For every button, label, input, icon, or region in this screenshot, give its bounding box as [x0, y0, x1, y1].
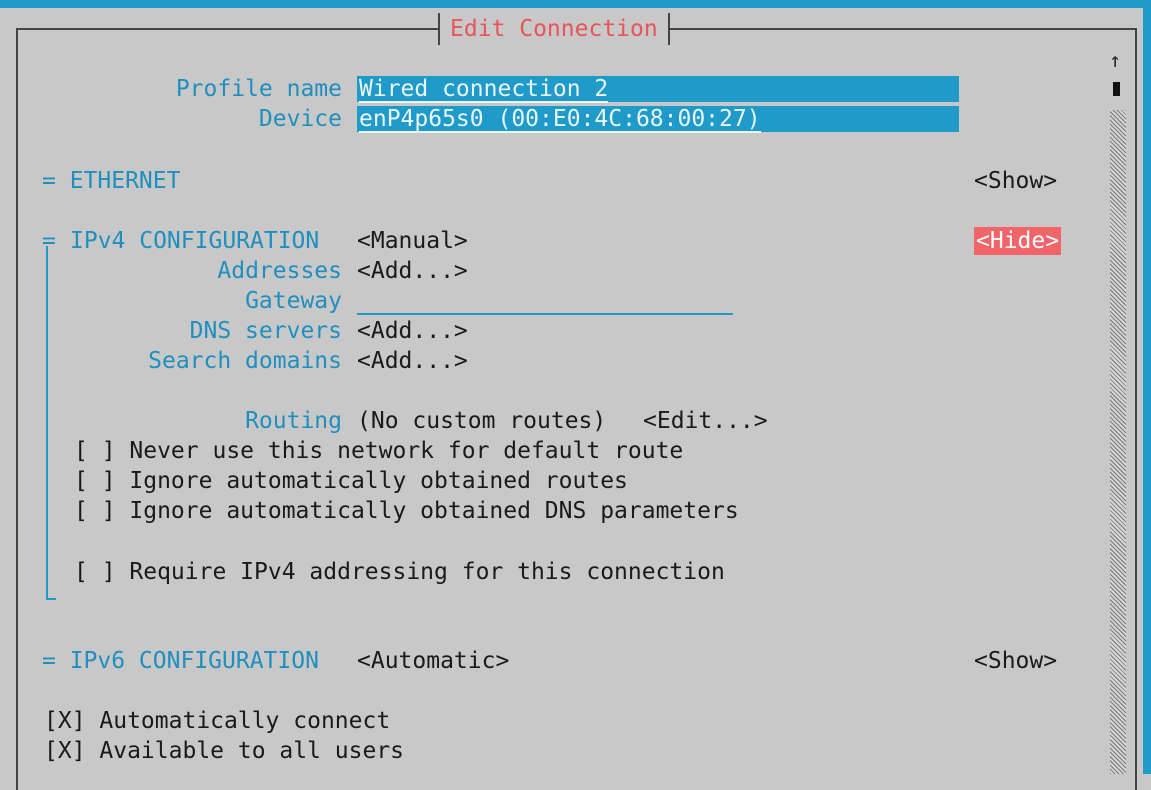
device-field[interactable]: enP4p65s0 (00:E0:4C:68:00:27)	[357, 106, 959, 133]
gateway-label: Gateway	[245, 288, 342, 314]
routing-label: Routing	[245, 408, 342, 434]
profile-name-field[interactable]: Wired connection 2	[357, 76, 959, 103]
ipv4-section-heading: IPv4 CONFIGURATION	[70, 228, 320, 254]
ignore-auto-dns-checkbox[interactable]: [ ] Ignore automatically obtained DNS pa…	[74, 496, 739, 526]
addresses-label: Addresses	[217, 258, 342, 284]
scroll-up-arrow-icon[interactable]: ↑	[1109, 48, 1121, 72]
profile-name-label: Profile name	[175, 76, 342, 102]
ipv4-hide-button[interactable]: <Hide>	[974, 227, 1062, 255]
dns-add-button[interactable]: <Add...>	[357, 316, 468, 346]
window-top-border	[0, 0, 1151, 8]
ipv6-method-button[interactable]: <Automatic>	[357, 646, 509, 676]
device-label: Device	[258, 106, 342, 132]
never-default-route-checkbox[interactable]: [ ] Never use this network for default r…	[74, 436, 683, 466]
device-value: enP4p65s0 (00:E0:4C:68:00:27)	[359, 106, 761, 133]
ipv4-group-line	[46, 246, 48, 600]
addresses-add-button[interactable]: <Add...>	[357, 256, 468, 286]
require-ipv4-checkbox[interactable]: [ ] Require IPv4 addressing for this con…	[74, 557, 725, 587]
ipv6-show-button[interactable]: <Show>	[974, 646, 1057, 676]
dialog-title-box: Edit Connection	[438, 13, 670, 45]
routing-status: (No custom routes)	[357, 408, 607, 434]
window-right-border	[1143, 0, 1151, 774]
gateway-input-underline	[357, 313, 733, 315]
search-domains-label: Search domains	[148, 348, 342, 374]
ignore-auto-routes-checkbox[interactable]: [ ] Ignore automatically obtained routes	[74, 466, 628, 496]
available-all-users-checkbox[interactable]: [X] Available to all users	[44, 736, 404, 766]
gateway-input[interactable]	[357, 286, 733, 314]
dialog-title: Edit Connection	[450, 16, 658, 42]
ethernet-show-button[interactable]: <Show>	[974, 166, 1057, 196]
routing-edit-button[interactable]: <Edit...>	[643, 406, 768, 436]
search-domains-add-button[interactable]: <Add...>	[357, 346, 468, 376]
dns-servers-label: DNS servers	[189, 318, 342, 344]
ipv4-group-line-end	[46, 598, 56, 600]
ipv4-method-button[interactable]: <Manual>	[357, 226, 468, 256]
ipv6-section-heading: = IPv6 CONFIGURATION	[42, 648, 319, 674]
profile-name-value: Wired connection 2	[359, 76, 609, 103]
ipv4-collapse-marker: =	[42, 228, 56, 254]
auto-connect-checkbox[interactable]: [X] Automatically connect	[44, 706, 390, 736]
scrollbar-track[interactable]	[1110, 110, 1126, 774]
scrollbar-thumb[interactable]	[1113, 82, 1120, 96]
ethernet-section-heading: = ETHERNET	[42, 168, 181, 194]
